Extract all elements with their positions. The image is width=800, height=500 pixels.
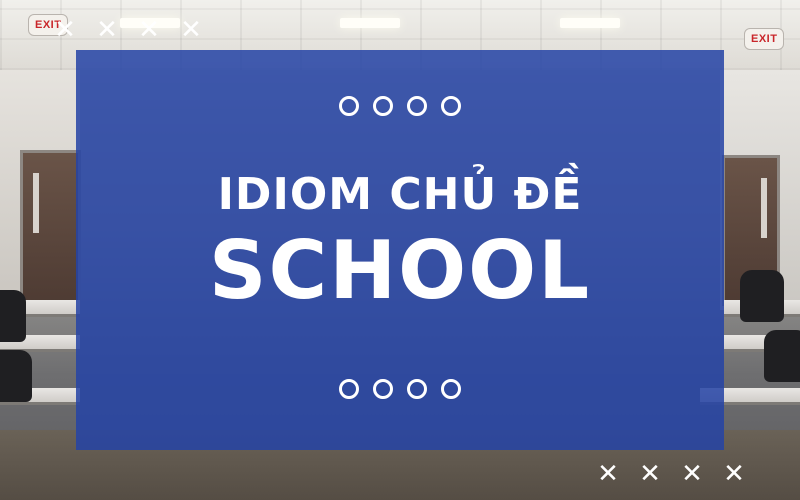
circle-icon <box>441 96 461 116</box>
circle-icon <box>407 379 427 399</box>
chair <box>740 270 784 322</box>
title-line-2: SCHOOL <box>208 224 592 317</box>
circle-icon <box>373 96 393 116</box>
x-mark-icon: ✕ <box>597 459 619 489</box>
chair <box>0 290 26 342</box>
title-line-1: IDIOM CHỦ ĐỀ <box>217 169 583 220</box>
circle-icon <box>339 379 359 399</box>
title-panel: IDIOM CHỦ ĐỀ SCHOOL <box>76 50 724 450</box>
circle-icon <box>373 379 393 399</box>
chair <box>0 350 32 402</box>
circles-top <box>339 96 461 116</box>
x-marks-top-left: ✕ ✕ ✕ ✕ <box>54 17 202 43</box>
x-mark-icon: ✕ <box>180 15 202 45</box>
left-door <box>20 150 81 306</box>
circle-icon <box>407 96 427 116</box>
circle-icon <box>441 379 461 399</box>
x-mark-icon: ✕ <box>681 459 703 489</box>
circle-icon <box>339 96 359 116</box>
x-mark-icon: ✕ <box>96 15 118 45</box>
x-mark-icon: ✕ <box>723 459 745 489</box>
x-mark-icon: ✕ <box>639 459 661 489</box>
x-mark-icon: ✕ <box>138 15 160 45</box>
chair <box>764 330 800 382</box>
exit-sign-right: EXIT <box>744 28 785 50</box>
x-mark-icon: ✕ <box>54 15 76 45</box>
classroom-banner: EXIT EXIT ✕ ✕ ✕ ✕ IDIOM CHỦ ĐỀ SCHOOL ✕ <box>0 0 800 500</box>
x-marks-bottom-right: ✕ ✕ ✕ ✕ <box>597 461 745 487</box>
circles-bottom <box>339 379 461 399</box>
ceiling-light <box>340 18 400 28</box>
ceiling-light <box>560 18 620 28</box>
